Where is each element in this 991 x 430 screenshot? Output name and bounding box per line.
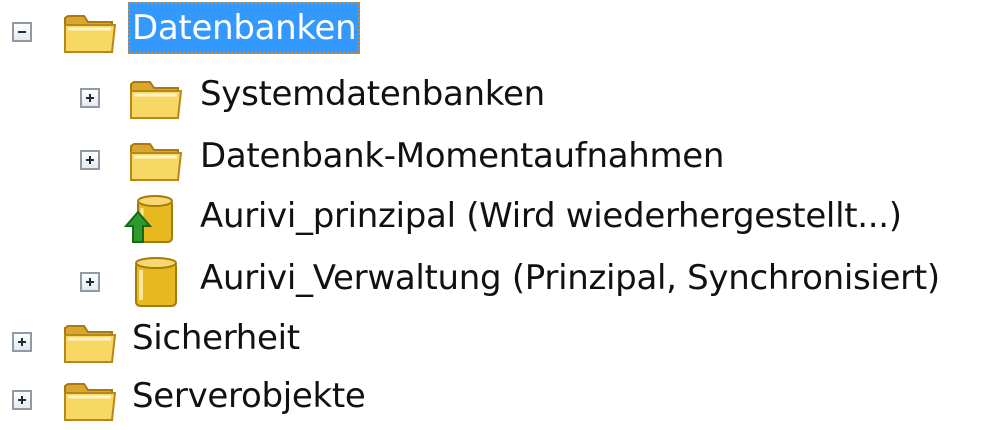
- tree-node-label[interactable]: Sicherheit: [132, 312, 300, 364]
- tree-node-sicherheit[interactable]: Sicherheit: [0, 310, 991, 372]
- object-explorer-tree: Datenbanken Systemdatenbanken Datenbank-…: [0, 0, 991, 424]
- expand-icon[interactable]: [12, 390, 32, 410]
- tree-node-systemdatenbanken[interactable]: Systemdatenbanken: [0, 66, 991, 128]
- expand-icon[interactable]: [80, 150, 100, 170]
- expand-icon[interactable]: [80, 88, 100, 108]
- tree-node-label[interactable]: Aurivi_Verwaltung (Prinzipal, Synchronis…: [200, 252, 940, 304]
- tree-node-serverobjekte[interactable]: Serverobjekte: [0, 368, 991, 430]
- tree-node-label[interactable]: Datenbank-Momentaufnahmen: [200, 130, 724, 182]
- tree-node-aurivi-prinzipal[interactable]: Aurivi_prinzipal (Wird wiederhergestellt…: [0, 188, 991, 250]
- expand-icon[interactable]: [80, 272, 100, 292]
- tree-node-aurivi-verwaltung[interactable]: Aurivi_Verwaltung (Prinzipal, Synchronis…: [0, 250, 991, 312]
- expand-icon[interactable]: [12, 332, 32, 352]
- collapse-icon[interactable]: [12, 22, 32, 42]
- folder-icon: [64, 15, 117, 53]
- tree-node-label[interactable]: Serverobjekte: [132, 370, 366, 422]
- folder-icon: [64, 383, 117, 421]
- tree-node-label[interactable]: Datenbanken: [128, 2, 361, 54]
- tree-node-label[interactable]: Aurivi_prinzipal (Wird wiederhergestellt…: [200, 190, 902, 242]
- database-restoring-icon: [124, 195, 173, 243]
- tree-node-datenbank-momentaufnahmen[interactable]: Datenbank-Momentaufnahmen: [0, 128, 991, 190]
- tree-node-datenbanken[interactable]: Datenbanken: [0, 0, 991, 62]
- folder-icon: [130, 143, 183, 181]
- database-icon: [135, 257, 177, 307]
- tree-node-label[interactable]: Systemdatenbanken: [200, 68, 545, 120]
- folder-icon: [130, 81, 183, 119]
- folder-icon: [64, 325, 117, 363]
